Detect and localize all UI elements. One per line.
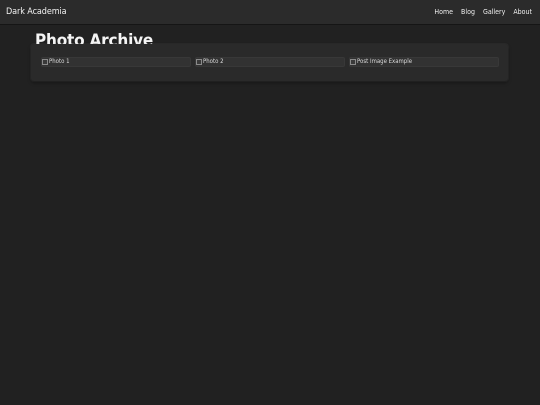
photo-2-alt-text: Photo 2 — [203, 58, 224, 65]
photo-2-thumbnail[interactable]: Photo 2 — [195, 57, 345, 67]
site-brand[interactable]: Dark Academia — [6, 5, 67, 19]
photo-1-alt-text: Photo 1 — [49, 58, 70, 65]
top-navigation-bar: Dark Academia Home Blog Gallery About — [0, 0, 540, 24]
nav-gallery-link[interactable]: Gallery — [483, 5, 505, 19]
main-navigation: Home Blog Gallery About — [434, 5, 532, 19]
nav-about-link[interactable]: About — [513, 5, 532, 19]
photo-gallery-panel: Photo 1 Photo 2 Post Image Example — [31, 44, 508, 81]
broken-image-icon — [42, 59, 48, 65]
post-image-thumbnail[interactable]: Post Image Example — [349, 57, 499, 67]
nav-blog-link[interactable]: Blog — [461, 5, 475, 19]
photo-grid: Photo 1 Photo 2 Post Image Example — [41, 57, 499, 67]
post-image-alt-text: Post Image Example — [357, 58, 413, 65]
nav-home-link[interactable]: Home — [434, 5, 453, 19]
broken-image-icon — [196, 59, 202, 65]
broken-image-icon — [350, 59, 356, 65]
photo-1-thumbnail[interactable]: Photo 1 — [41, 57, 191, 67]
